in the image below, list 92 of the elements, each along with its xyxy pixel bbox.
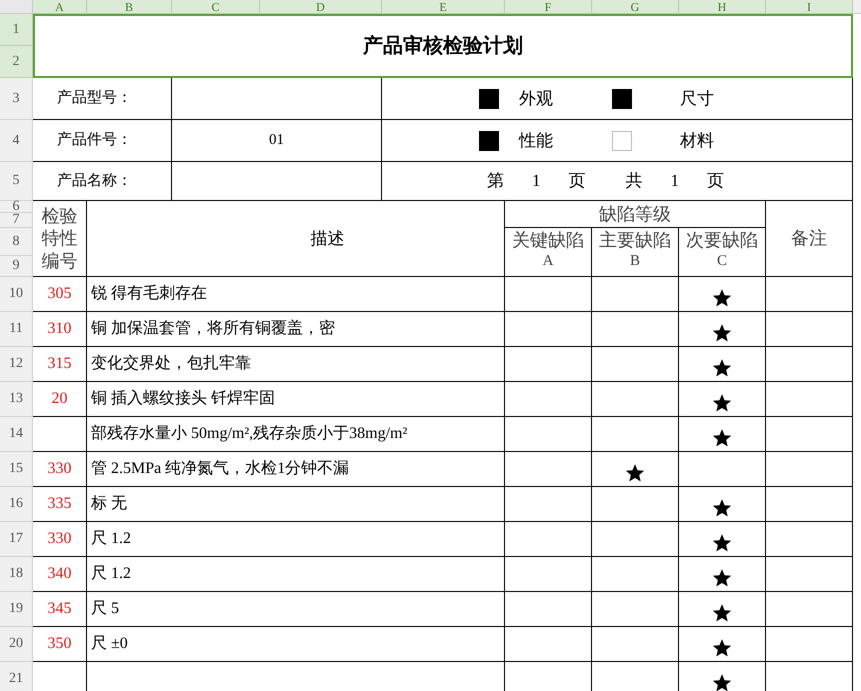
checkbox-label: 尺寸 [680, 88, 714, 110]
column-title: 备注 [791, 227, 827, 250]
field-label: 产品型号： [57, 88, 132, 108]
page-info-text: 第 [487, 170, 504, 192]
item-description: 尺 ±0 [91, 634, 128, 654]
row-header[interactable]: 8 [0, 228, 33, 256]
star-icon [712, 638, 732, 658]
row-header[interactable]: 16 [0, 487, 33, 522]
star-icon [712, 533, 732, 553]
page-info-text: 页 [707, 170, 724, 192]
row-header[interactable]: 12 [0, 347, 33, 382]
item-code: 330 [48, 459, 72, 479]
row-header[interactable]: 17 [0, 522, 33, 557]
column-title: 主要缺陷 [599, 229, 671, 252]
column-header[interactable]: E [382, 0, 505, 14]
item-code: 315 [48, 354, 72, 374]
row-header[interactable]: 20 [0, 627, 33, 662]
item-code: 340 [48, 564, 72, 584]
star-icon [712, 358, 732, 378]
row-header[interactable]: 5 [0, 162, 33, 201]
column-title: 描述 [310, 228, 344, 250]
star-icon [712, 498, 732, 518]
column-title: 检验特性编号 [42, 204, 78, 272]
item-description: 尺 1.2 [91, 529, 131, 549]
column-header[interactable]: F [505, 0, 592, 14]
field-label: 产品名称： [57, 172, 132, 191]
page-info-text: 1 [670, 170, 679, 192]
row-header[interactable]: 9 [0, 256, 33, 277]
field-value: 01 [269, 131, 284, 150]
column-title: 次要缺陷 [686, 229, 758, 252]
star-icon [712, 323, 732, 343]
row-header[interactable]: 15 [0, 452, 33, 487]
checkbox[interactable] [479, 130, 499, 150]
star-icon [625, 463, 645, 483]
item-description: 标 无 [91, 494, 127, 514]
star-icon [712, 288, 732, 308]
item-description: 尺 5 [91, 599, 119, 619]
page-info-text: 1 [532, 170, 540, 192]
column-title: B [630, 252, 640, 270]
column-header[interactable]: G [592, 0, 679, 14]
sheet-title: 产品审核检验计划 [33, 14, 853, 78]
star-icon [712, 393, 732, 413]
column-header[interactable]: H [679, 0, 766, 14]
item-description: 锐 得有毛刺存在 [91, 284, 207, 304]
item-code: 335 [48, 494, 72, 514]
item-code: 350 [48, 634, 72, 654]
column-title: 关键缺陷 [512, 229, 584, 252]
row-header[interactable]: 3 [0, 78, 33, 120]
column-header[interactable]: C [172, 0, 260, 14]
row-header[interactable]: 2 [0, 46, 33, 78]
column-header[interactable]: A [33, 0, 87, 14]
row-header[interactable]: 18 [0, 557, 33, 592]
item-code: 345 [48, 599, 72, 619]
row-header[interactable]: 21 [0, 662, 33, 691]
checkbox[interactable] [612, 130, 632, 150]
column-title: C [716, 252, 727, 270]
page-info-text: 共 [626, 170, 642, 192]
star-icon [712, 603, 732, 623]
column-header[interactable]: I [766, 0, 853, 14]
checkbox[interactable] [479, 88, 499, 108]
item-description: 尺 1.2 [91, 564, 131, 584]
column-header[interactable]: D [260, 0, 382, 14]
row-header[interactable]: 11 [0, 312, 33, 347]
checkbox-label: 材料 [680, 130, 714, 152]
item-description: 铜 插入螺纹接头 钎焊牢固 [91, 388, 275, 409]
field-label: 产品件号： [57, 130, 132, 150]
item-description: 变化交界处，包扎牢靠 [91, 354, 251, 374]
row-header[interactable]: 14 [0, 417, 33, 452]
item-description: 铜 加保温套管，将所有铜覆盖，密 [91, 318, 335, 339]
item-code: 310 [48, 319, 72, 339]
page-info-text: 页 [568, 170, 586, 192]
row-header[interactable]: 10 [0, 277, 33, 312]
star-icon [712, 568, 732, 588]
star-icon [712, 428, 732, 448]
item-code: 20 [52, 389, 68, 409]
row-header[interactable]: 7 [0, 213, 33, 228]
checkbox[interactable] [612, 88, 632, 108]
checkbox-label: 外观 [519, 88, 553, 110]
row-header[interactable]: 6 [0, 201, 33, 213]
row-header[interactable]: 1 [0, 14, 33, 46]
row-header[interactable]: 19 [0, 592, 33, 627]
row-header[interactable]: 4 [0, 120, 33, 162]
item-description: 管 2.5MPa 纯净氮气，水检1分钟不漏 [91, 458, 350, 479]
row-header[interactable]: 13 [0, 382, 33, 417]
item-code: 305 [48, 284, 72, 304]
star-icon [712, 673, 732, 691]
item-description: 部残存水量小 50mg/m²,残存杂质小于38mg/m² [91, 424, 408, 444]
column-group-title: 缺陷等级 [599, 202, 671, 226]
column-title: A [542, 252, 554, 270]
checkbox-label: 性能 [519, 130, 553, 152]
item-code: 330 [48, 529, 72, 549]
column-header[interactable]: B [87, 0, 172, 14]
